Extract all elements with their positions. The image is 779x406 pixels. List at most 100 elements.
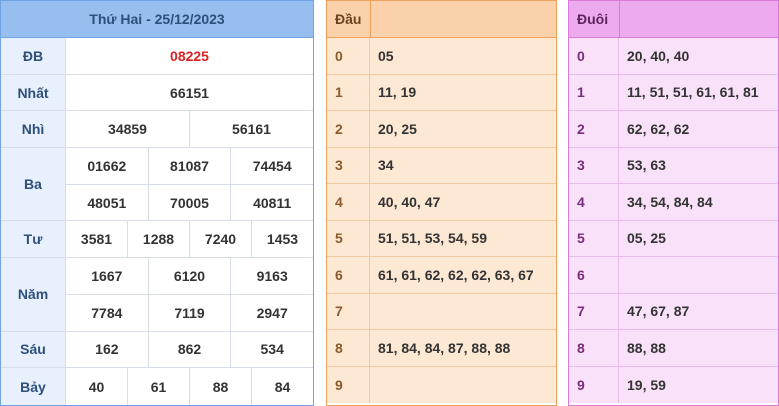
tail-values: 19, 59 xyxy=(627,376,666,393)
prize-number: 862 xyxy=(147,331,231,368)
prize-number: 56161 xyxy=(189,111,313,148)
prize-number: 162 xyxy=(95,341,119,358)
head-digit: 1 xyxy=(327,74,370,110)
prize-label: Nhất xyxy=(1,74,66,111)
tail-row: 4 34, 54, 84, 84 xyxy=(569,184,778,221)
prize-label: Tư xyxy=(1,221,66,258)
head-digit: 9 xyxy=(327,366,370,403)
prize-number: 3581 xyxy=(80,231,113,248)
head-row: 6 61, 61, 62, 62, 62, 63, 67 xyxy=(327,257,556,294)
head-values: 81, 84, 84, 87, 88, 88 xyxy=(378,339,511,356)
prize-number: 01662 xyxy=(87,157,127,174)
tail-digit: 0 xyxy=(569,38,619,74)
tail-table-header: Đuôi xyxy=(569,1,778,38)
prize-label: Nhì xyxy=(1,111,66,148)
head-row: 5 51, 51, 53, 54, 59 xyxy=(327,220,556,257)
tail-row: 7 47, 67, 87 xyxy=(569,293,778,330)
tail-row: 9 19, 59 xyxy=(569,366,778,403)
tail-digit: 7 xyxy=(569,293,619,329)
tail-values: 05, 25 xyxy=(627,230,666,247)
head-table-body: 0 05 1 11, 19 2 20, 25 3 34 4 40, 40, 47 5 51, 51, … xyxy=(327,38,556,403)
head-values: 40, 40, 47 xyxy=(378,193,441,210)
prize-row: Sáu 162 862 534 xyxy=(1,331,313,369)
tail-digit: 6 xyxy=(569,257,619,293)
prize-number: 84 xyxy=(251,368,313,405)
prize-row: Nhì 34859 56161 xyxy=(1,111,313,149)
prize-label: Ba xyxy=(1,148,66,221)
head-row: 8 81, 84, 84, 87, 88, 88 xyxy=(327,330,556,367)
tail-digit: 3 xyxy=(569,147,619,183)
tail-values: 11, 51, 51, 61, 61, 81 xyxy=(627,84,759,101)
prize-number: 66151 xyxy=(170,84,209,101)
head-digit: 7 xyxy=(327,293,370,329)
prize-label: Bảy xyxy=(1,368,66,405)
tail-digit: 9 xyxy=(569,366,619,403)
head-digit: 2 xyxy=(327,111,370,147)
head-digit: 3 xyxy=(327,147,370,183)
prize-number: 1453 xyxy=(251,221,313,258)
tail-table-body: 0 20, 40, 40 1 11, 51, 51, 61, 61, 81 2 62, 6… xyxy=(569,38,778,403)
tail-digit: 2 xyxy=(569,111,619,147)
head-row: 7 xyxy=(327,293,556,330)
head-table-title: Đầu xyxy=(335,11,362,27)
prize-number: 74454 xyxy=(230,148,313,184)
prize-number: 1288 xyxy=(127,221,189,258)
head-row: 3 34 xyxy=(327,147,556,184)
prize-number: 7119 xyxy=(147,294,231,331)
head-digit: 0 xyxy=(327,38,370,74)
prize-number: 7240 xyxy=(189,221,251,258)
tail-values: 88, 88 xyxy=(627,339,666,356)
tail-digit: 4 xyxy=(569,184,619,220)
prize-number: 61 xyxy=(127,368,189,405)
head-row: 2 20, 25 xyxy=(327,111,556,148)
head-values: 61, 61, 62, 62, 62, 63, 67 xyxy=(378,266,534,283)
prize-number: 7784 xyxy=(91,304,123,321)
head-row: 4 40, 40, 47 xyxy=(327,184,556,221)
results-date-title: Thứ Hai - 25/12/2023 xyxy=(1,1,313,38)
head-values: 05 xyxy=(378,47,394,64)
prize-row: Năm 1667 6120 9163 7784 7119 2947 xyxy=(1,258,313,332)
head-digit: 8 xyxy=(327,330,370,366)
prize-number: 48051 xyxy=(87,194,127,211)
prize-number: 6120 xyxy=(147,258,231,294)
head-digit: 5 xyxy=(327,220,370,256)
prize-number: 88 xyxy=(189,368,251,405)
tail-values: 34, 54, 84, 84 xyxy=(627,193,713,210)
head-table-header: Đầu xyxy=(327,1,556,38)
prize-number: 9163 xyxy=(230,258,313,294)
tail-digit: 1 xyxy=(569,74,619,110)
head-row: 0 05 xyxy=(327,38,556,75)
head-digit-table: Đầu 0 05 1 11, 19 2 20, 25 3 34 4 40, 40, 47 5 51, … xyxy=(326,0,557,406)
results-body: ĐB 08225 Nhất 66151 Nhì 34859 56161 Ba 01662 8108… xyxy=(1,38,313,405)
tail-row: 8 88, 88 xyxy=(569,330,778,367)
tail-digit: 5 xyxy=(569,220,619,256)
tail-values xyxy=(619,257,778,293)
prize-row: Tư 3581 1288 7240 1453 xyxy=(1,221,313,259)
prize-number: 1667 xyxy=(91,267,123,284)
prize-number: 08225 xyxy=(170,47,209,64)
prize-number: 534 xyxy=(230,331,313,368)
head-values: 34 xyxy=(378,157,394,174)
head-values: 11, 19 xyxy=(378,84,417,101)
tail-values: 62, 62, 62 xyxy=(627,120,690,137)
head-values xyxy=(370,294,556,330)
head-values: 20, 25 xyxy=(378,120,417,137)
tail-row: 2 62, 62, 62 xyxy=(569,111,778,148)
prize-label: Sáu xyxy=(1,331,66,368)
tail-values: 20, 40, 40 xyxy=(627,47,690,64)
head-digit: 6 xyxy=(327,257,370,293)
prize-label: ĐB xyxy=(1,38,66,74)
tail-table-title: Đuôi xyxy=(577,11,609,27)
tail-row: 1 11, 51, 51, 61, 61, 81 xyxy=(569,74,778,111)
prize-number: 40811 xyxy=(230,184,313,221)
prize-row: Ba 01662 81087 74454 48051 70005 40811 xyxy=(1,148,313,222)
head-values: 51, 51, 53, 54, 59 xyxy=(378,230,487,247)
tail-row: 6 xyxy=(569,257,778,294)
prize-number: 2947 xyxy=(230,294,313,331)
prize-label: Năm xyxy=(1,258,66,331)
tail-digit-table: Đuôi 0 20, 40, 40 1 11, 51, 51, 61, 61, 81 2… xyxy=(568,0,779,406)
prize-number: 34859 xyxy=(108,121,147,138)
head-row: 9 xyxy=(327,366,556,403)
tail-row: 0 20, 40, 40 xyxy=(569,38,778,75)
prize-row: Bảy 40 61 88 84 xyxy=(1,368,313,405)
